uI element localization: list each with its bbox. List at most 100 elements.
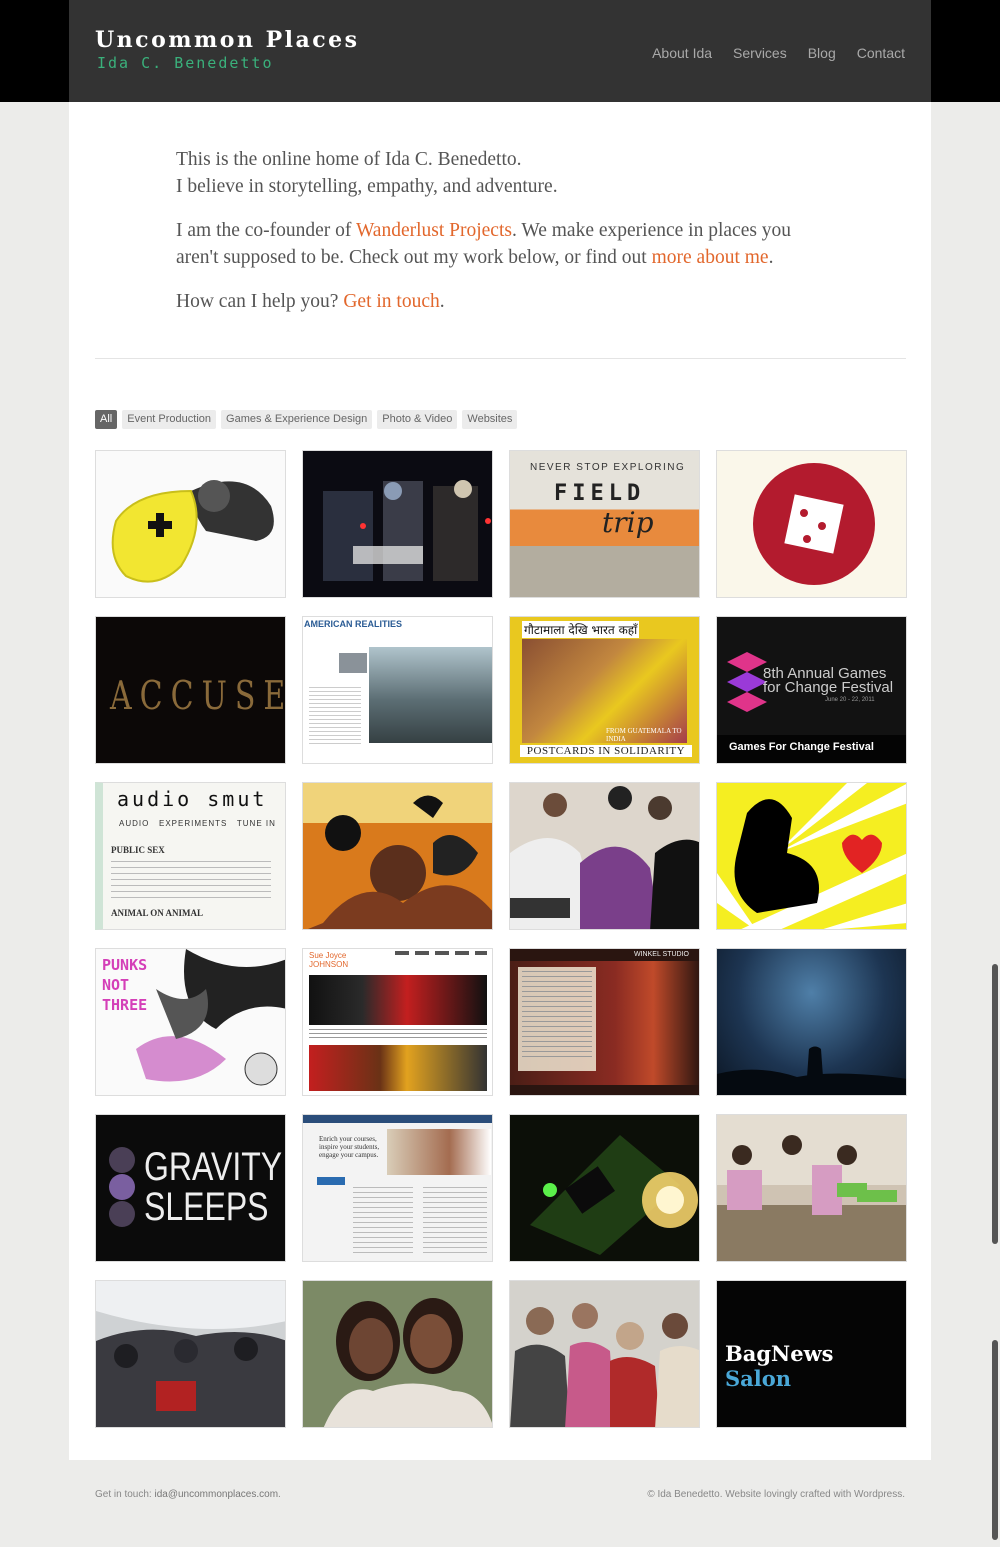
portfolio-item-heart-poster[interactable] (716, 782, 907, 930)
intro-text: This is the online home of Ida C. Benede… (176, 146, 816, 332)
field-trip-tagline: NEVER STOP EXPLORING (530, 462, 686, 473)
gravity-title-1: GRAVITY (144, 1145, 283, 1189)
controller-image (111, 480, 274, 583)
intro-paragraph-1: This is the online home of Ida C. Benede… (176, 146, 816, 200)
intro-paragraph-3: How can I help you? Get in touch. (176, 288, 816, 315)
red-circle-logo (753, 463, 875, 585)
ar-text-block (309, 687, 361, 747)
wanderlust-link[interactable]: Wanderlust Projects (356, 220, 512, 241)
portfolio-item-aurora[interactable] (716, 948, 907, 1096)
audio-smut-nav: AUDIO EXPERIMENTS TUNE IN (119, 819, 276, 828)
portfolio-item-controller[interactable] (95, 450, 286, 598)
field-trip-sub: trip (602, 506, 654, 539)
gravity-title-2: SLEEPS (144, 1185, 269, 1229)
audio-post-2: ANIMAL ON ANIMAL (111, 908, 204, 918)
portfolio-item-bagnews-salon[interactable]: BagNews Salon (716, 1280, 907, 1428)
portfolio-item-gravity-sleeps[interactable]: GRAVITY SLEEPS (95, 1114, 286, 1262)
sjj-text (309, 1029, 487, 1041)
salon-word: Salon (725, 1366, 792, 1391)
sjj-photo-1 (309, 975, 487, 1025)
postcards-from: FROM GUATEMALA TO INDIA (606, 727, 682, 743)
heart-poster-image (717, 783, 906, 929)
night-tour-image (323, 480, 491, 581)
nav-blog[interactable]: Blog (808, 45, 836, 61)
kids-laptops-image (717, 1115, 906, 1261)
audio-post-1: PUBLIC SEX (111, 845, 165, 855)
scrollbar-thumb[interactable] (992, 964, 998, 1244)
portfolio-item-postcards[interactable]: गौटामाला देखि भारत कहाँ FROM GUATEMALA T… (509, 616, 700, 764)
portfolio-item-field-trip[interactable]: NEVER STOP EXPLORING FIELD trip (509, 450, 700, 598)
scrollbar-thumb-secondary[interactable] (992, 1340, 998, 1540)
winkel-panel-text (522, 971, 592, 1061)
footer-contact: Get in touch: ida@uncommonplaces.com. (95, 1489, 281, 1500)
ar-photo (369, 647, 492, 743)
g4c-title: 8th Annual Games for Change Festival (763, 665, 894, 696)
site-footer: Get in touch: ida@uncommonplaces.com. © … (95, 1489, 905, 1500)
portfolio-item-illustration[interactable] (302, 782, 493, 930)
filter-websites[interactable]: Websites (462, 410, 518, 429)
american-realities-title: AMERICAN REALITIES (304, 619, 403, 629)
filter-event-production[interactable]: Event Production (122, 410, 217, 429)
enrich-col-1 (353, 1187, 413, 1257)
sjj-nav (395, 951, 487, 955)
main-nav: About Ida Services Blog Contact (652, 45, 905, 61)
portfolio-item-audio-smut[interactable]: audio smut AUDIO EXPERIMENTS TUNE IN PUB… (95, 782, 286, 930)
portfolio-item-winkel-studio[interactable]: WINKEL STUDIO (509, 948, 700, 1096)
site-subtitle: Ida C. Benedetto (97, 54, 274, 72)
main-content: This is the online home of Ida C. Benede… (69, 102, 931, 1460)
intro-line-1: This is the online home of Ida C. Benede… (176, 149, 522, 170)
enrich-col-2 (423, 1187, 487, 1257)
divider (95, 358, 906, 359)
enrich-topbar (303, 1115, 492, 1123)
filter-games-experience[interactable]: Games & Experience Design (221, 410, 373, 429)
portfolio-item-crowd[interactable] (95, 1280, 286, 1428)
nav-about[interactable]: About Ida (652, 45, 712, 61)
get-in-touch-link[interactable]: Get in touch (343, 291, 439, 312)
portfolio-item-american-realities[interactable]: AMERICAN REALITIES (302, 616, 493, 764)
sue-joyce-title: Sue Joyce JOHNSON (309, 951, 349, 969)
winkel-title: WINKEL STUDIO (634, 951, 689, 958)
intro-text-span: . (768, 247, 774, 268)
filter-all[interactable]: All (95, 410, 118, 429)
accused-title: ACCUSED (110, 673, 285, 720)
portfolio-item-night-tour[interactable] (302, 450, 493, 598)
portfolio-item-classroom[interactable] (509, 782, 700, 930)
portfolio-item-red-logo[interactable] (716, 450, 907, 598)
party-image (510, 1281, 699, 1427)
intro-line-2: I believe in storytelling, empathy, and … (176, 176, 558, 197)
footer-email-link[interactable]: ida@uncommonplaces.com (154, 1489, 278, 1500)
footer-contact-end: . (278, 1489, 281, 1500)
nav-contact[interactable]: Contact (857, 45, 905, 61)
intro-text-span: . (439, 291, 445, 312)
portfolio-item-games-for-change[interactable]: 8th Annual Games for Change Festival Jun… (716, 616, 907, 764)
portfolio-item-enrich[interactable]: Enrich your courses, inspire your studen… (302, 1114, 493, 1262)
classroom-image (510, 783, 699, 929)
ar-photo-inset (339, 653, 367, 673)
portfolio-item-two-women[interactable] (302, 1280, 493, 1428)
gravity-moon-icons (109, 1147, 135, 1227)
footer-copyright: © Ida Benedetto. Website lovingly crafte… (647, 1489, 905, 1500)
punks-artwork (136, 949, 285, 1086)
bagnews-word: BagNews (725, 1341, 834, 1366)
filter-photo-video[interactable]: Photo & Video (377, 410, 458, 429)
g4c-caption: Games For Change Festival (717, 735, 906, 763)
portfolio-item-party[interactable] (509, 1280, 700, 1428)
postcards-title: POSTCARDS IN SOLIDARITY (520, 745, 692, 757)
portfolio-item-accused[interactable]: ACCUSED (95, 616, 286, 764)
about-me-link[interactable]: more about me (652, 247, 769, 268)
audio-post-text (111, 861, 271, 901)
site-title[interactable]: Uncommon Places (95, 27, 360, 53)
portfolio-grid: NEVER STOP EXPLORING FIELD trip ACCUSED … (95, 450, 907, 1428)
postcards-hindi: गौटामाला देखि भारत कहाँ (522, 621, 640, 638)
illustration-image (303, 783, 492, 929)
portfolio-item-punks[interactable]: PUNKS NOT THREE (95, 948, 286, 1096)
nav-services[interactable]: Services (733, 45, 787, 61)
portfolio-item-circuit[interactable] (509, 1114, 700, 1262)
portfolio-item-sue-joyce-johnson[interactable]: Sue Joyce JOHNSON (302, 948, 493, 1096)
sjj-photo-2 (309, 1045, 487, 1091)
intro-paragraph-2: I am the co-founder of Wanderlust Projec… (176, 217, 816, 271)
portfolio-filters: All Event Production Games & Experience … (95, 410, 518, 429)
portfolio-item-kids-laptops[interactable] (716, 1114, 907, 1262)
site-header: Uncommon Places Ida C. Benedetto About I… (69, 0, 931, 102)
enrich-photo (387, 1129, 491, 1175)
